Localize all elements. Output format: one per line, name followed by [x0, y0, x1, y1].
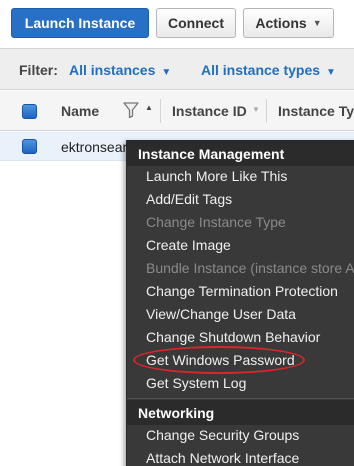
menu-section-instance-management: Instance Management: [127, 141, 354, 166]
context-menu: Instance Management Launch More Like Thi…: [126, 140, 354, 466]
instances-filter-dropdown[interactable]: All instances ▼: [69, 62, 171, 78]
menu-item-get-system-log[interactable]: Get System Log: [127, 372, 354, 395]
chevron-down-icon: ▼: [326, 67, 336, 78]
column-header-instance-type[interactable]: Instance Typ: [278, 103, 354, 119]
select-all-checkbox[interactable]: [22, 104, 37, 119]
toolbar: Launch Instance Connect Actions ▼: [0, 0, 354, 44]
menu-item-get-windows-password[interactable]: Get Windows Password: [127, 349, 354, 372]
instances-filter-label: All instances: [69, 62, 156, 78]
funnel-icon[interactable]: [123, 101, 139, 119]
filter-label: Filter:: [19, 62, 58, 78]
menu-item-launch-more-like-this[interactable]: Launch More Like This: [127, 165, 354, 188]
menu-section-networking: Networking: [127, 400, 354, 425]
menu-item-create-image[interactable]: Create Image: [127, 234, 354, 257]
menu-item-change-instance-type: Change Instance Type: [146, 214, 286, 230]
filter-bar: Filter: All instances ▼ All instance type…: [0, 48, 354, 90]
menu-item-view-change-user-data[interactable]: View/Change User Data: [127, 303, 354, 326]
column-header-instance-id[interactable]: Instance ID: [172, 103, 247, 119]
row-checkbox[interactable]: [22, 139, 37, 154]
menu-divider: [127, 398, 354, 399]
actions-label: Actions: [255, 15, 307, 31]
menu-item-change-security-groups[interactable]: Change Security Groups: [127, 424, 354, 447]
instance-types-filter-dropdown[interactable]: All instance types ▼: [201, 62, 336, 78]
menu-item-change-shutdown-behavior[interactable]: Change Shutdown Behavior: [127, 326, 354, 349]
instance-types-filter-label: All instance types: [201, 62, 321, 78]
column-divider: [160, 99, 161, 123]
chevron-down-icon: ▼: [312, 18, 322, 28]
column-header-name[interactable]: Name: [61, 103, 99, 119]
launch-instance-button[interactable]: Launch Instance: [11, 8, 149, 38]
instance-name-cell: ektronsearch: [61, 139, 127, 155]
connect-label: Connect: [168, 15, 224, 31]
sort-ascending-icon[interactable]: ▲: [145, 103, 153, 112]
launch-instance-label: Launch Instance: [24, 15, 136, 31]
actions-button[interactable]: Actions ▼: [243, 8, 334, 38]
connect-button[interactable]: Connect: [156, 8, 236, 38]
menu-item-attach-network-interface[interactable]: Attach Network Interface: [127, 447, 354, 466]
table-header: Name ▲ Instance ID ▼ Instance Typ: [0, 91, 354, 131]
sort-icon[interactable]: ▼: [252, 105, 260, 114]
menu-item-add-edit-tags[interactable]: Add/Edit Tags: [127, 188, 354, 211]
menu-item-change-termination-protection[interactable]: Change Termination Protection: [127, 280, 354, 303]
chevron-down-icon: ▼: [161, 67, 172, 78]
menu-item-bundle-instance: Bundle Instance (instance store AMI): [146, 260, 354, 276]
column-divider: [266, 99, 267, 123]
